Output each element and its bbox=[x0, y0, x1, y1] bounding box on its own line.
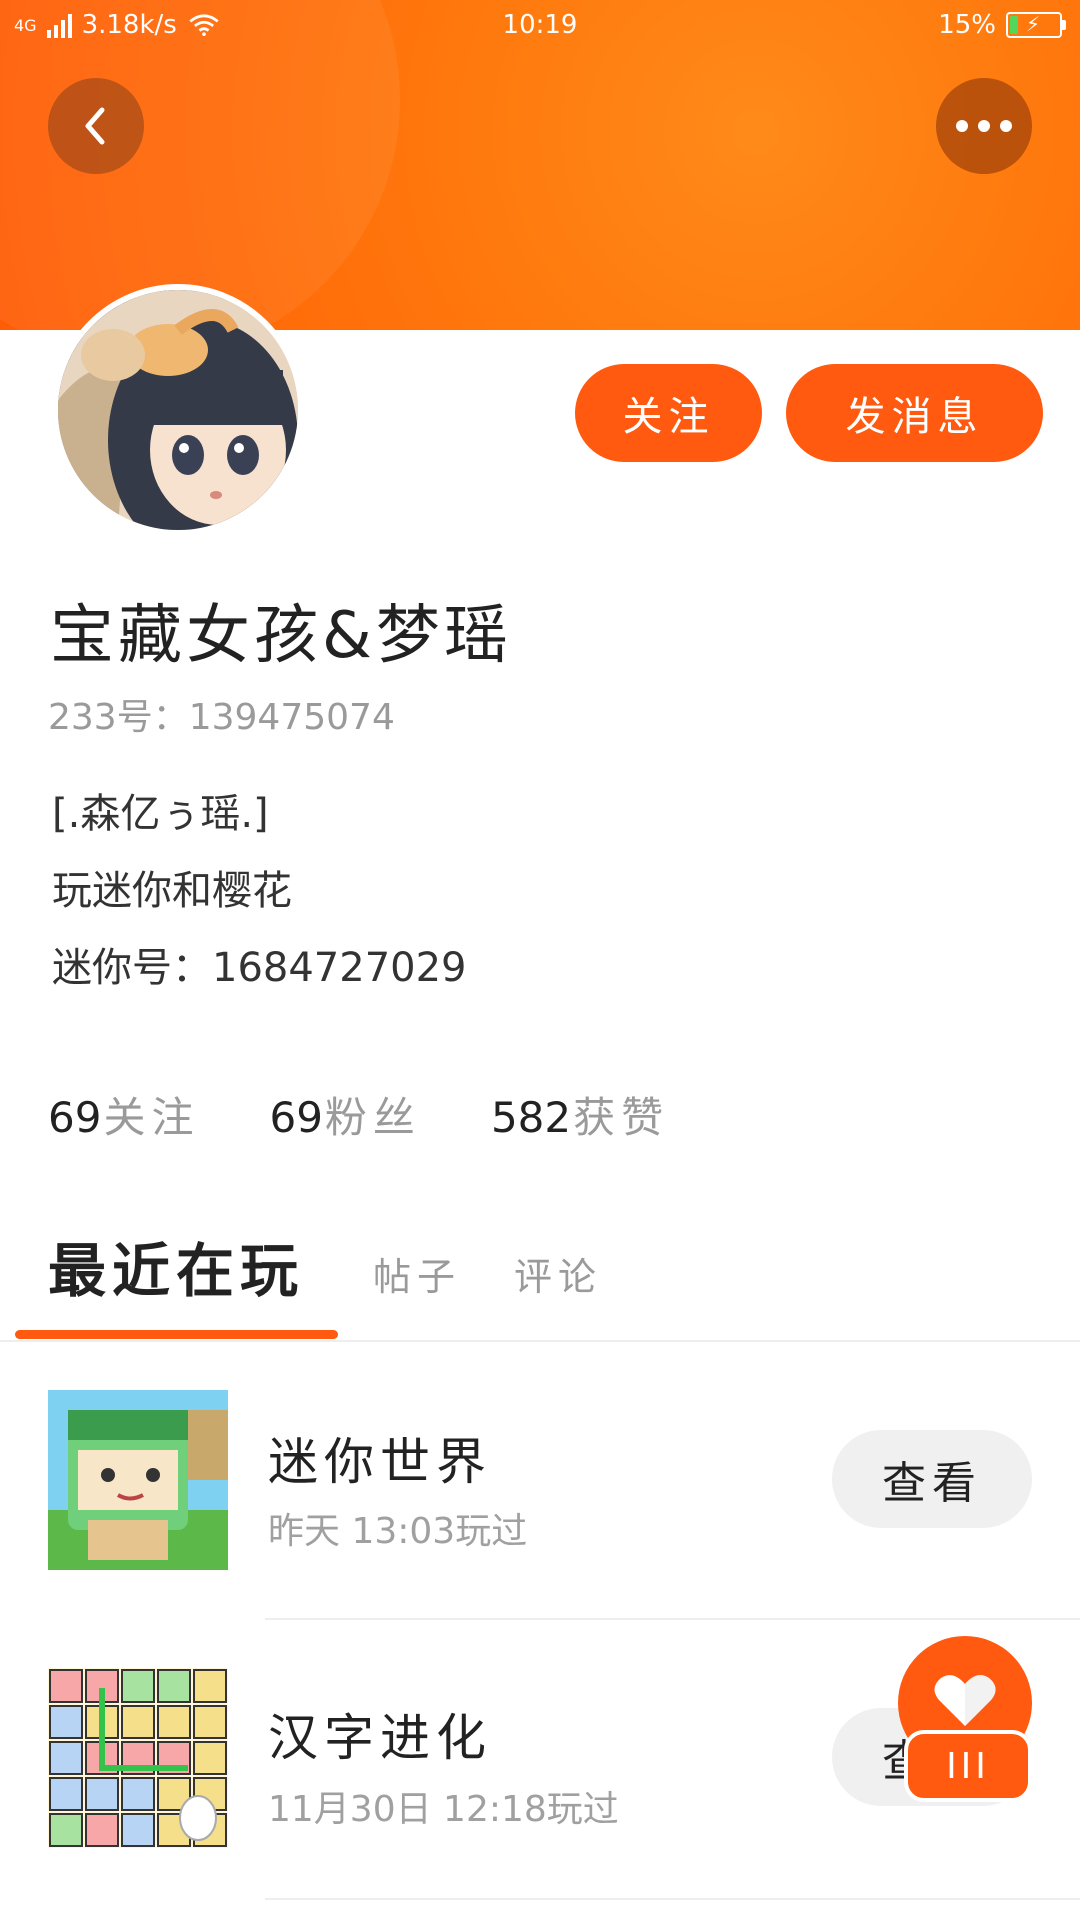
stat-label: 粉丝 bbox=[324, 1093, 421, 1142]
tab-recently-played[interactable]: 最近在玩 bbox=[48, 1224, 304, 1308]
stats-row: 69关注 69粉丝 582获赞 bbox=[48, 1084, 669, 1145]
bio-line: 迷你号：1684727029 bbox=[52, 945, 467, 991]
more-button[interactable] bbox=[936, 78, 1032, 174]
wifi-icon bbox=[189, 14, 219, 36]
profile-header-banner: 4G 3.18k/s 10:19 15% ⚡ bbox=[0, 0, 1080, 330]
send-message-button[interactable]: 发消息 bbox=[786, 364, 1043, 462]
stat-label: 获赞 bbox=[573, 1093, 670, 1142]
status-right: 15% ⚡ bbox=[938, 10, 1066, 40]
user-id: 233号：139475074 bbox=[48, 697, 395, 738]
signal-icon bbox=[46, 12, 72, 38]
nickname: 宝藏女孩&梦瑶 bbox=[50, 599, 512, 673]
tab-comments[interactable]: 评论 bbox=[514, 1246, 602, 1301]
heart-icon bbox=[934, 1675, 996, 1726]
floating-menu-button[interactable]: III bbox=[904, 1730, 1032, 1802]
list-item[interactable]: 迷你世界 昨天 13:03玩过 查看 bbox=[0, 1390, 1080, 1590]
back-arrow-icon bbox=[85, 107, 105, 145]
game-icon bbox=[48, 1390, 228, 1570]
stat-number: 69 bbox=[48, 1093, 102, 1142]
row-divider bbox=[265, 1618, 1080, 1620]
bio: [.森亿ぅ瑶.] 玩迷你和樱花 迷你号：1684727029 bbox=[52, 776, 467, 1007]
tabs-divider bbox=[0, 1340, 1080, 1342]
battery-icon: ⚡ bbox=[1006, 12, 1066, 38]
bio-line: 玩迷你和樱花 bbox=[52, 868, 292, 914]
back-button[interactable] bbox=[48, 78, 144, 174]
network-label: 4G bbox=[14, 15, 37, 35]
game-last-played: 11月30日 12:18玩过 bbox=[268, 1789, 619, 1830]
view-button[interactable]: 查看 bbox=[832, 1430, 1032, 1528]
avatar[interactable] bbox=[52, 284, 304, 536]
network-speed: 3.18k/s bbox=[81, 10, 177, 40]
avatar-image bbox=[58, 290, 298, 530]
battery-percent: 15% bbox=[938, 10, 996, 40]
stat-followers[interactable]: 69粉丝 bbox=[269, 1084, 420, 1145]
follow-button[interactable]: 关注 bbox=[575, 364, 762, 462]
stat-number: 69 bbox=[269, 1093, 323, 1142]
game-title: 迷你世界 bbox=[268, 1433, 492, 1491]
stat-label: 关注 bbox=[103, 1093, 200, 1142]
tab-active-indicator bbox=[15, 1330, 338, 1339]
status-left: 4G 3.18k/s bbox=[14, 10, 221, 40]
stat-number: 582 bbox=[490, 1093, 572, 1142]
status-bar: 4G 3.18k/s 10:19 15% ⚡ bbox=[0, 0, 1080, 56]
stat-likes[interactable]: 582获赞 bbox=[491, 1084, 669, 1145]
game-last-played: 昨天 13:03玩过 bbox=[268, 1511, 528, 1552]
tab-posts[interactable]: 帖子 bbox=[373, 1246, 461, 1301]
game-title: 汉字进化 bbox=[268, 1709, 492, 1767]
row-divider bbox=[265, 1898, 1080, 1900]
stat-following[interactable]: 69关注 bbox=[48, 1084, 199, 1145]
more-dots-icon bbox=[956, 120, 1012, 132]
profile-tabs: 最近在玩 帖子 评论 bbox=[0, 1224, 1080, 1342]
game-icon bbox=[48, 1668, 228, 1848]
bio-line: [.森亿ぅ瑶.] bbox=[52, 791, 269, 837]
status-time: 10:19 bbox=[502, 10, 578, 40]
